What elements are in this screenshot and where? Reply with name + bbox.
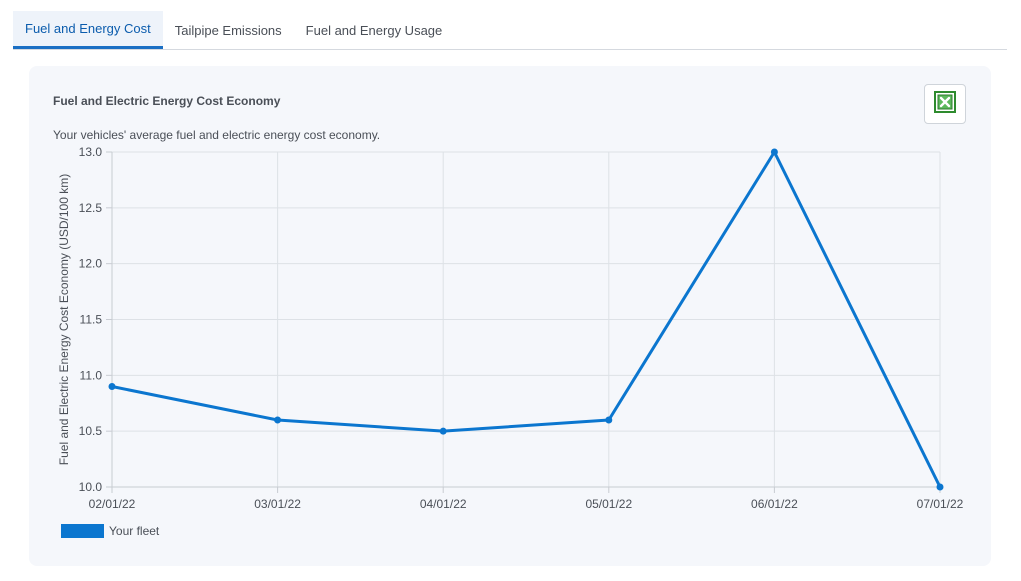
line-chart: 13.0 12.5 12.0 11.5 11.0 10.5 10.0 02/01/22 03/0… bbox=[57, 145, 964, 511]
legend-swatch-your-fleet[interactable] bbox=[61, 524, 104, 538]
y-tick-label: 13.0 bbox=[79, 145, 103, 159]
data-point bbox=[108, 383, 116, 390]
x-tick-label: 07/01/22 bbox=[917, 497, 964, 511]
y-tick-label: 10.5 bbox=[79, 424, 103, 438]
y-tick-label: 11.0 bbox=[80, 368, 103, 382]
x-tick-label: 04/01/22 bbox=[420, 497, 467, 511]
x-tick-label: 06/01/22 bbox=[751, 497, 798, 511]
x-tick-label: 05/01/22 bbox=[585, 497, 632, 511]
y-tick-label: 12.0 bbox=[79, 257, 103, 271]
chart-legend: Your fleet bbox=[61, 524, 159, 538]
data-point bbox=[770, 148, 778, 156]
y-tick-label: 11.5 bbox=[80, 313, 103, 327]
legend-label-your-fleet: Your fleet bbox=[109, 524, 160, 538]
y-axis-label: Fuel and Electric Energy Cost Economy (U… bbox=[57, 174, 71, 465]
data-point bbox=[439, 427, 447, 435]
y-tick-label: 10.0 bbox=[79, 480, 103, 494]
y-tick-label: 12.5 bbox=[79, 201, 103, 215]
data-point bbox=[605, 416, 613, 424]
data-point bbox=[274, 416, 282, 424]
x-tick-label: 03/01/22 bbox=[254, 497, 301, 511]
x-tick-label: 02/01/22 bbox=[89, 497, 136, 511]
data-point bbox=[936, 483, 944, 491]
